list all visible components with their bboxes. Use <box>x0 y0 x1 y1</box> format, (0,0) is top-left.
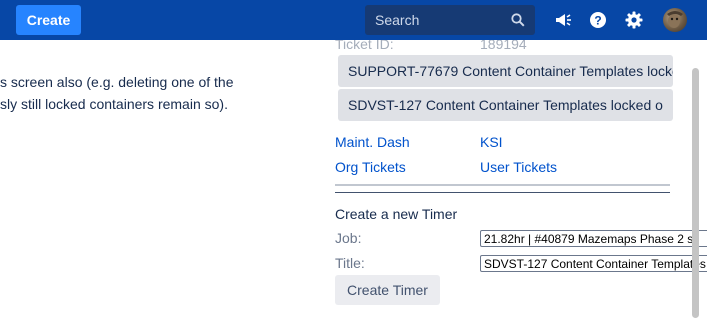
scrollbar[interactable] <box>692 68 699 318</box>
job-field[interactable] <box>480 230 707 247</box>
search-icon <box>511 13 525 27</box>
avatar[interactable] <box>663 8 687 32</box>
top-nav-bar: Create Search ? <box>0 0 707 40</box>
help-icon[interactable]: ? <box>588 10 608 30</box>
ticket-chip[interactable]: SDVST-127 Content Container Templates lo… <box>338 89 673 121</box>
megaphone-icon[interactable] <box>553 10 573 30</box>
link-maint-dash[interactable]: Maint. Dash <box>335 134 410 150</box>
description-line-1: s screen also (e.g. deleting one of the <box>0 74 234 90</box>
search-input[interactable]: Search <box>365 5 535 35</box>
search-placeholder: Search <box>375 12 420 28</box>
link-user-tickets[interactable]: User Tickets <box>480 159 557 175</box>
avatar-image <box>667 11 683 28</box>
gear-icon[interactable] <box>624 10 644 30</box>
svg-text:?: ? <box>594 14 601 28</box>
divider <box>335 192 670 193</box>
ticket-id-label: Ticket ID: <box>335 40 394 52</box>
title-label: Title: <box>335 255 365 271</box>
link-ksi[interactable]: KSI <box>480 134 503 150</box>
description-line-2: sly still locked containers remain so). <box>0 96 228 112</box>
ticket-id-value: 189194 <box>480 40 527 52</box>
ticket-chip[interactable]: SUPPORT-77679 Content Container Template… <box>338 55 673 87</box>
create-button[interactable]: Create <box>16 5 81 35</box>
timer-heading: Create a new Timer <box>335 206 458 222</box>
title-field[interactable] <box>480 255 707 272</box>
link-org-tickets[interactable]: Org Tickets <box>335 159 406 175</box>
divider <box>335 184 670 186</box>
side-panel: Ticket ID: 189194 SUPPORT-77679 Content … <box>320 40 707 328</box>
create-timer-button[interactable]: Create Timer <box>335 275 440 305</box>
job-label: Job: <box>335 230 362 246</box>
